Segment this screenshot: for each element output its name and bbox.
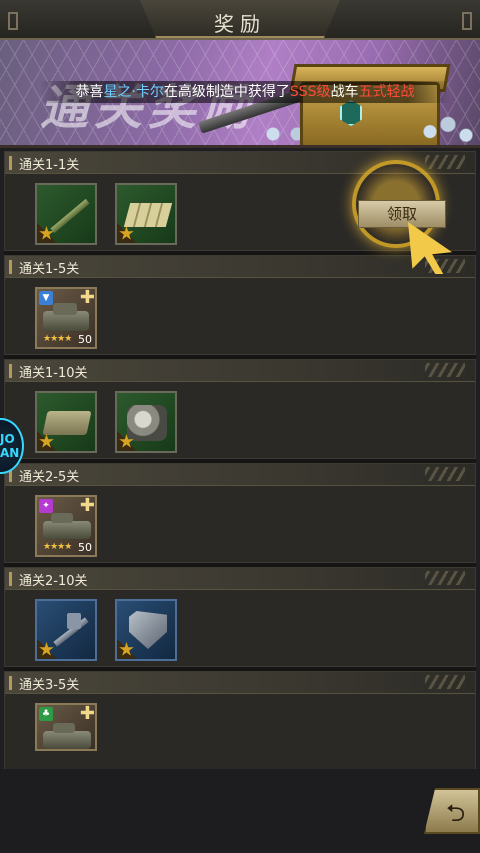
reward-item[interactable] bbox=[35, 599, 97, 661]
shield-armor-icon bbox=[129, 611, 167, 649]
section-header: 通关1-10关 bbox=[5, 360, 475, 382]
ticker-player-name: 星之·卡尔 bbox=[103, 84, 164, 100]
back-arrow-icon: ⮌ bbox=[446, 799, 466, 827]
header-decoration bbox=[425, 467, 465, 481]
armor-plate-icon bbox=[123, 203, 173, 227]
tank-track-icon bbox=[42, 411, 92, 435]
item-stars: ★★★★ bbox=[43, 542, 72, 552]
reward-item[interactable]: ✦ ✚ ★★★★ 50 bbox=[35, 495, 97, 557]
rank-badge-icon: ▼ bbox=[39, 291, 53, 305]
reward-banner: 通关奖励 恭喜星之·卡尔在高级制造中获得了SSS级战车五式轻战 bbox=[0, 40, 480, 148]
puzzle-piece-icon: ✚ bbox=[79, 287, 95, 308]
section-header: 通关1-5关 bbox=[5, 256, 475, 278]
reward-section: 通关1-5关 ▼ ✚ ★★★★ 50 bbox=[4, 255, 476, 355]
reward-section: 通关2-5关 ✦ ✚ ★★★★ 50 bbox=[4, 463, 476, 563]
reward-section: 通关3-5关 ♣ ✚ bbox=[4, 671, 476, 769]
tank-fragment-icon bbox=[43, 731, 91, 749]
section-header: 通关3-5关 bbox=[5, 672, 475, 694]
header-marker bbox=[9, 572, 12, 586]
banner-title: 通关奖励 bbox=[40, 80, 257, 136]
tank-cannon-icon bbox=[50, 198, 90, 234]
section-label: 通关2-10关 bbox=[19, 574, 88, 589]
title-bar: 奖励 bbox=[0, 0, 480, 40]
header-decoration bbox=[425, 155, 465, 169]
reward-item[interactable] bbox=[115, 599, 177, 661]
item-stars: ★★★★ bbox=[43, 334, 72, 344]
section-header: 通关2-5关 bbox=[5, 464, 475, 486]
turret-base bbox=[67, 613, 81, 629]
ticker-middle: 在高级制造中获得了 bbox=[163, 84, 290, 100]
reward-item[interactable] bbox=[35, 391, 97, 453]
item-count: 50 bbox=[78, 333, 92, 346]
rank-badge-icon: ✦ bbox=[39, 499, 53, 513]
reward-item[interactable]: ▼ ✚ ★★★★ 50 bbox=[35, 287, 97, 349]
tank-turret bbox=[51, 513, 73, 523]
section-label: 通关1-1关 bbox=[19, 158, 80, 173]
page-title: 奖励 bbox=[214, 12, 266, 36]
header-marker bbox=[9, 260, 12, 274]
ticker-grade: SSS级 bbox=[289, 84, 331, 100]
puzzle-piece-icon: ✚ bbox=[79, 703, 95, 724]
side-icon-text: JO AN bbox=[0, 432, 20, 460]
header-decoration bbox=[425, 675, 465, 689]
section-label: 通关2-5关 bbox=[19, 470, 80, 485]
header-marker bbox=[9, 364, 12, 378]
broadcast-ticker: 恭喜星之·卡尔在高级制造中获得了SSS级战车五式轻战 bbox=[40, 81, 450, 103]
puzzle-piece-icon: ✚ bbox=[79, 495, 95, 516]
section-label: 通关1-10关 bbox=[19, 366, 88, 381]
tank-turret bbox=[53, 303, 77, 315]
reward-item[interactable] bbox=[115, 183, 177, 245]
claim-button[interactable]: 领取 bbox=[358, 200, 446, 228]
engine-icon bbox=[127, 405, 167, 441]
ticker-prefix: 恭喜 bbox=[75, 84, 104, 100]
reward-item[interactable] bbox=[115, 391, 177, 453]
tank-fragment-icon bbox=[43, 521, 91, 539]
rank-badge-icon: ♣ bbox=[39, 707, 53, 721]
bottom-bar bbox=[0, 769, 480, 853]
ticker-unit: 战车 bbox=[330, 84, 359, 100]
section-header: 通关2-10关 bbox=[5, 568, 475, 590]
reward-section: 通关1-10关 bbox=[4, 359, 476, 459]
section-label: 通关1-5关 bbox=[19, 262, 80, 277]
reward-item[interactable] bbox=[35, 183, 97, 245]
tank-turret bbox=[53, 723, 75, 733]
reward-section: 通关2-10关 bbox=[4, 567, 476, 667]
title-decoration-right bbox=[462, 12, 472, 30]
reward-item[interactable]: ♣ ✚ bbox=[35, 703, 97, 751]
section-label: 通关3-5关 bbox=[19, 678, 80, 693]
header-marker bbox=[9, 156, 12, 170]
ticker-tank-name: 五式轻战 bbox=[358, 84, 415, 100]
header-decoration bbox=[425, 363, 465, 377]
header-decoration bbox=[425, 571, 465, 585]
item-count: 50 bbox=[78, 541, 92, 554]
gem-pile-icon bbox=[418, 110, 478, 145]
header-marker bbox=[9, 676, 12, 690]
